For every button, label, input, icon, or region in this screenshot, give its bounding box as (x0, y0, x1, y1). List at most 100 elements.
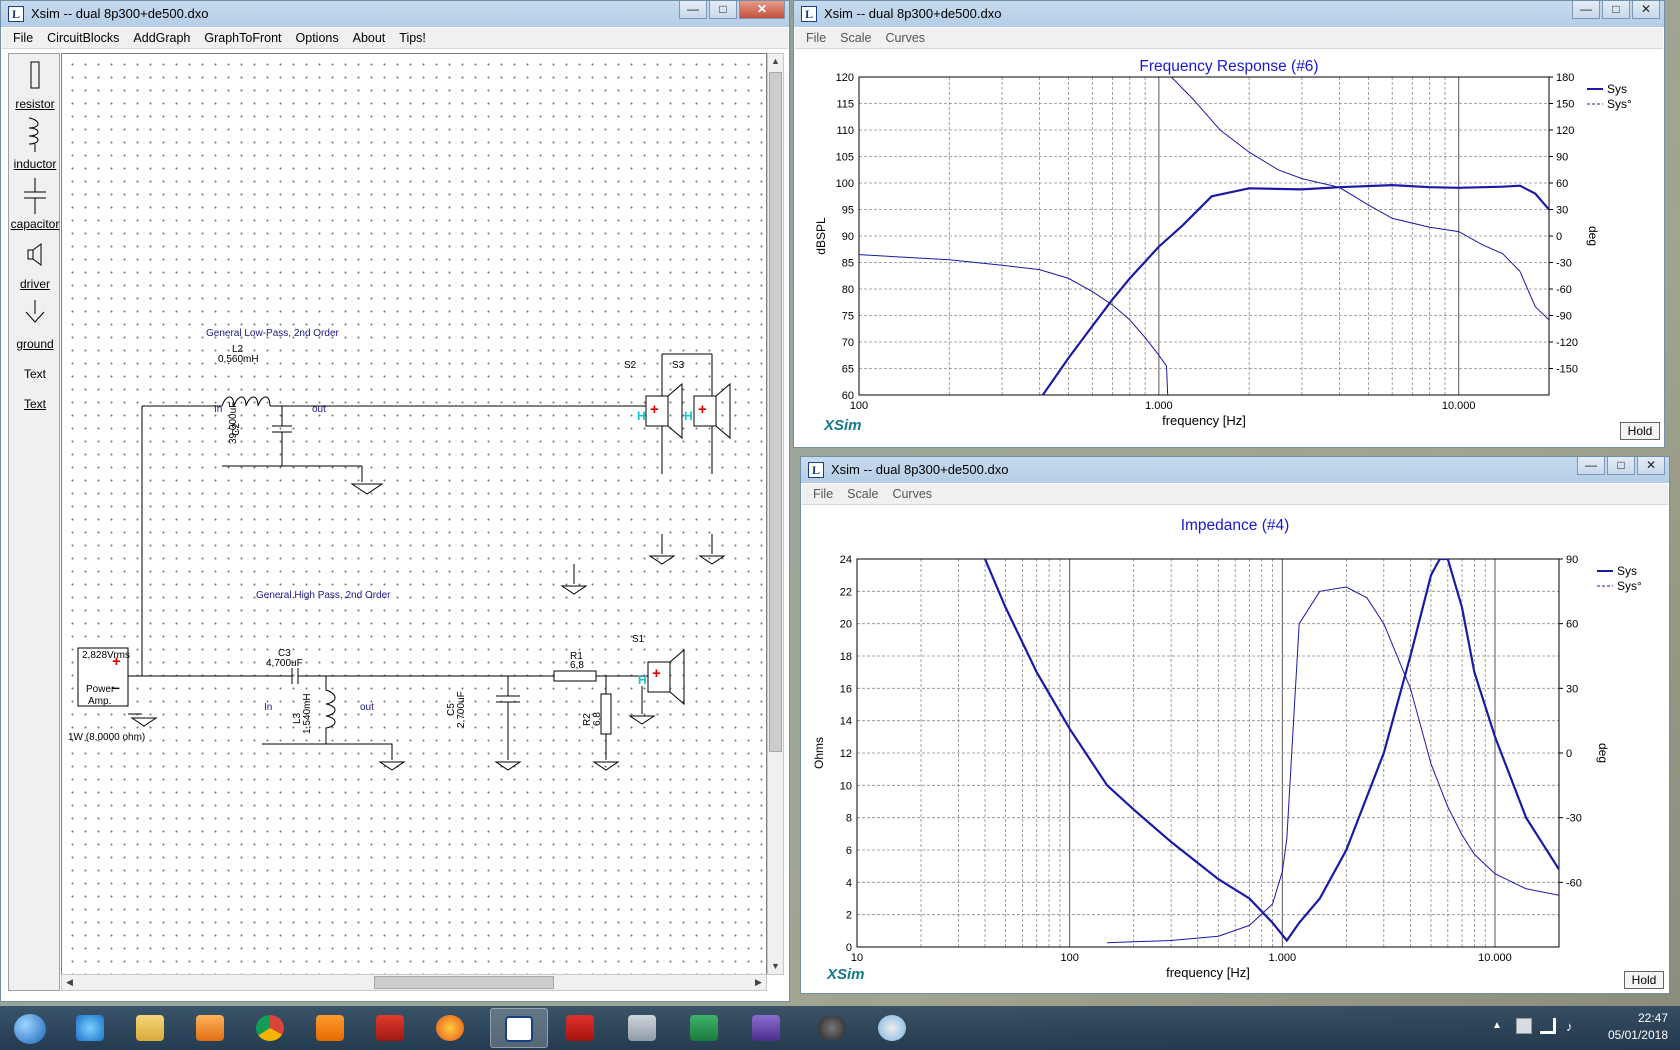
menu-scale[interactable]: Scale (840, 487, 885, 501)
scroll-left-arrow[interactable]: ◀ (62, 975, 77, 990)
l3-value: 1,540mH (302, 693, 313, 734)
taskbar-speaker-app[interactable] (804, 1008, 862, 1048)
schematic-canvas[interactable]: H + H + H + + – General Low-Pass, 2nd Or… (61, 53, 767, 975)
taskbar-clock[interactable]: 22:47 05/01/2018 (1608, 1010, 1668, 1044)
impedance-menubar: File Scale Curves (802, 484, 1668, 505)
resistor-icon[interactable] (28, 60, 42, 90)
horizontal-scroll-thumb[interactable] (374, 976, 554, 989)
taskbar: ▲ ♪ 22:47 05/01/2018 (0, 1006, 1680, 1050)
tool-inductor[interactable]: inductor (9, 157, 61, 171)
tray-network-icon[interactable] (1516, 1018, 1532, 1034)
y2-tick-label: 90 (1566, 554, 1578, 566)
taskbar-app-d[interactable] (614, 1008, 672, 1048)
taskbar-paint[interactable] (864, 1008, 922, 1048)
legend-label: Sys° (1617, 579, 1642, 593)
tool-text[interactable]: Text (9, 397, 61, 411)
driver-icon[interactable] (24, 241, 46, 269)
tool-driver[interactable]: driver (9, 277, 61, 291)
svg-text:H: H (684, 409, 693, 423)
svg-text:+: + (650, 401, 659, 418)
circuit-window-titlebar[interactable]: L Xsim -- dual 8p300+de500.dxo — □ ✕ (1, 1, 789, 27)
menu-circuitblocks[interactable]: CircuitBlocks (40, 31, 126, 45)
legend-label: Sys° (1607, 97, 1632, 111)
tray-volume-icon[interactable]: ♪ (1566, 1019, 1573, 1034)
taskbar-media-player[interactable] (182, 1008, 240, 1048)
schematic-horizontal-scrollbar[interactable]: ◀ ▶ (61, 974, 767, 991)
maximize-button[interactable]: □ (1602, 1, 1630, 19)
close-button[interactable]: ✕ (1632, 1, 1660, 19)
tool-ground[interactable]: ground (9, 337, 61, 351)
ground-icon[interactable] (24, 300, 46, 326)
start-button[interactable] (2, 1008, 60, 1048)
maximize-button[interactable]: □ (709, 1, 737, 19)
vertical-scroll-thumb[interactable] (769, 72, 782, 752)
scroll-down-arrow[interactable]: ▼ (768, 959, 783, 974)
menu-file[interactable]: File (6, 31, 40, 45)
menu-addgraph[interactable]: AddGraph (126, 31, 197, 45)
close-button[interactable]: ✕ (739, 1, 785, 19)
minimize-button[interactable]: — (679, 1, 707, 19)
menu-file[interactable]: File (806, 487, 840, 501)
xsim-brand: XSim (824, 417, 862, 434)
taskbar-xsim[interactable] (490, 1008, 548, 1048)
menu-curves[interactable]: Curves (878, 31, 932, 45)
y2-tick-label: 120 (1556, 125, 1574, 137)
impedance-window-title: Xsim -- dual 8p300+de500.dxo (831, 462, 1009, 477)
menu-curves[interactable]: Curves (885, 487, 939, 501)
xsim-app-icon: L (8, 6, 24, 22)
svg-text:H: H (638, 673, 647, 687)
taskbar-explorer[interactable] (122, 1008, 180, 1048)
hold-button[interactable]: Hold (1620, 422, 1660, 440)
capacitor-icon[interactable] (22, 178, 48, 214)
taskbar-chrome[interactable] (242, 1008, 300, 1048)
x-tick-label: 10.000 (1478, 952, 1512, 964)
taskbar-firefox[interactable] (422, 1008, 480, 1048)
amp-power: 1W (8,0000 ohm) (68, 732, 146, 743)
x-tick-label: 100 (1060, 952, 1078, 964)
scroll-up-arrow[interactable]: ▲ (768, 54, 783, 69)
tool-resistor[interactable]: resistor (9, 97, 61, 111)
taskbar-winrar[interactable] (738, 1008, 796, 1048)
inductor-icon[interactable] (25, 116, 47, 154)
menu-file[interactable]: File (799, 31, 833, 45)
taskbar-ie[interactable] (62, 1008, 120, 1048)
scroll-right-arrow[interactable]: ▶ (751, 975, 766, 990)
l2-value: 0,560mH (218, 354, 259, 365)
y2-axis-label: deg (1586, 226, 1600, 246)
maximize-button[interactable]: □ (1607, 457, 1635, 475)
y-tick-label: 22 (840, 586, 852, 598)
impedance-chart[interactable]: 024681012141618202224-60-30030609010 100 1… (801, 505, 1669, 995)
y2-tick-label: 60 (1566, 619, 1578, 631)
taskbar-vlc[interactable] (302, 1008, 360, 1048)
y2-tick-label: -60 (1556, 284, 1572, 296)
y2-tick-label: 30 (1556, 205, 1568, 217)
hold-button[interactable]: Hold (1624, 971, 1664, 989)
schematic-vertical-scrollbar[interactable]: ▲ ▼ (767, 53, 784, 975)
y-tick-label: 20 (840, 619, 852, 631)
y-tick-label: 12 (840, 748, 852, 760)
minimize-button[interactable]: — (1572, 1, 1600, 19)
close-button[interactable]: ✕ (1637, 457, 1665, 475)
frequency-response-chart[interactable]: 60 65 70 75 80 85 90 95 100 105 110 115 120 -150 -120 -… (794, 49, 1664, 449)
minimize-button[interactable]: — (1577, 457, 1605, 475)
taskbar-acrobat[interactable] (552, 1008, 610, 1048)
y-tick-label: 100 (836, 178, 854, 190)
tray-signal-icon[interactable] (1540, 1018, 1556, 1034)
impedance-window-titlebar[interactable]: L Xsim -- dual 8p300+de500.dxo — □ ✕ (801, 457, 1669, 483)
y2-tick-label: 0 (1566, 748, 1572, 760)
tool-text-plain[interactable]: Text (9, 367, 61, 381)
menu-scale[interactable]: Scale (833, 31, 878, 45)
menu-graphtofront[interactable]: GraphToFront (197, 31, 288, 45)
y-tick-label: 95 (842, 205, 854, 217)
y-tick-label: 80 (842, 284, 854, 296)
menu-tips[interactable]: Tips! (392, 31, 433, 45)
menu-options[interactable]: Options (289, 31, 346, 45)
r1-value: 6,8 (570, 660, 584, 671)
taskbar-excel[interactable] (676, 1008, 734, 1048)
y-axis-label: Ohms (812, 737, 826, 769)
tray-arrow-icon[interactable]: ▲ (1492, 1020, 1502, 1031)
tool-capacitor[interactable]: capacitor (9, 217, 61, 231)
taskbar-autocad[interactable] (362, 1008, 420, 1048)
menu-about[interactable]: About (346, 31, 393, 45)
frequency-window-titlebar[interactable]: L Xsim -- dual 8p300+de500.dxo — □ ✕ (794, 1, 1664, 27)
